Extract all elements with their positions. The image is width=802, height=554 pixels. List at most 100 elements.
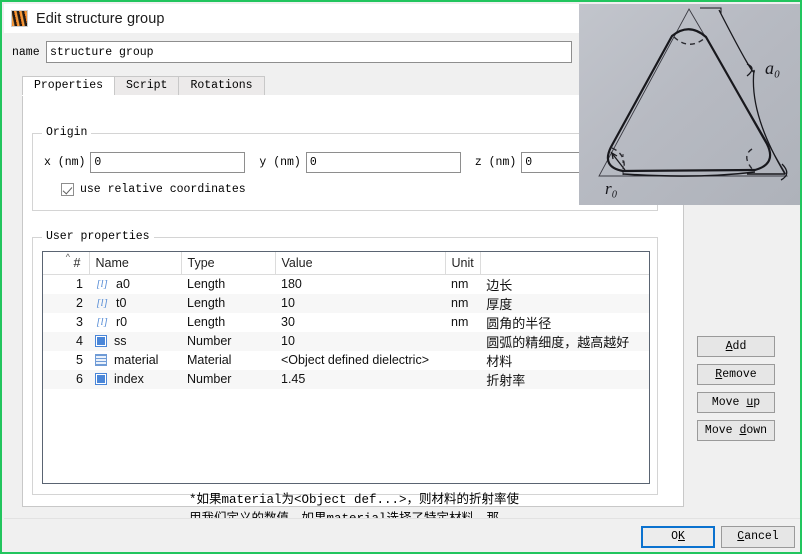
origin-coordinate-row: x (nm) y (nm) z (nm) — [44, 151, 677, 173]
row-index: 5 — [76, 353, 83, 367]
column-header-name[interactable]: Name — [89, 252, 182, 275]
move-up-button[interactable]: Move up — [697, 392, 775, 413]
row-name-cell: [l] t0 — [89, 293, 181, 313]
x-input[interactable] — [90, 151, 246, 173]
row-type: Number — [181, 331, 275, 351]
number-icon — [95, 373, 107, 385]
row-name-cell: material — [89, 351, 181, 370]
move-down-button[interactable]: Move down — [697, 420, 775, 441]
table-row[interactable]: 2 [l] t0 Length 10 nm 厚度 — [43, 293, 649, 313]
row-unit: nm — [451, 315, 469, 329]
remove-button[interactable]: Remove — [697, 364, 775, 385]
row-name: a0 — [116, 277, 130, 291]
rounded-triangle-sketch: a₀ r₀ — [579, 4, 800, 205]
cancel-button[interactable]: Cancel — [721, 526, 795, 548]
dialog-footer: OK Cancel — [4, 518, 800, 552]
row-unit: nm — [445, 293, 481, 313]
use-relative-coordinates-label: use relative coordinates — [80, 183, 246, 196]
row-description: 圆弧的精细度，越高越好 — [480, 331, 649, 351]
user-properties-table-wrap: # ^ Name Type Value Unit 1 [l] a0 Length… — [42, 251, 650, 484]
table-row[interactable]: 4 ss Number 10 圆弧的精细度，越高越好 — [43, 331, 649, 351]
name-input[interactable] — [46, 41, 572, 63]
tab-script[interactable]: Script — [114, 76, 180, 95]
row-description: 材料 — [486, 353, 513, 369]
row-type: Number — [181, 369, 275, 389]
row-index: 1 — [76, 277, 83, 291]
table-body: 1 [l] a0 Length 180 nm 边长 2 [l] t0 Lengt… — [43, 274, 649, 389]
page-title: Edit structure group — [36, 10, 165, 27]
lumerical-app-icon — [11, 10, 28, 27]
ok-button[interactable]: OK — [641, 526, 715, 548]
sketch-label-side: a₀ — [765, 58, 780, 78]
x-label: x (nm) — [44, 155, 86, 169]
sort-ascending-icon: ^ — [65, 252, 70, 262]
table-header-row: # ^ Name Type Value Unit — [43, 252, 649, 275]
sketch-label-radius: r₀ — [605, 179, 618, 198]
table-row[interactable]: 5 material Material <Object defined diel… — [43, 351, 649, 370]
row-description: 折射率 — [480, 369, 649, 389]
y-label: y (nm) — [259, 155, 301, 169]
column-header-index-label: # — [73, 255, 81, 270]
row-name: t0 — [116, 296, 127, 310]
length-icon: [l] — [96, 278, 108, 290]
row-description: 厚度 — [480, 293, 649, 313]
row-name: r0 — [116, 315, 128, 329]
origin-group-title: Origin — [42, 126, 92, 139]
row-unit — [445, 351, 480, 370]
origin-groupbox: Origin x (nm) y (nm) z (nm) use relative… — [32, 126, 677, 211]
row-type: Material — [187, 353, 232, 367]
user-properties-button-column: Add Remove Move up Move down — [697, 336, 775, 448]
sketch-photo-overlay: a₀ r₀ — [579, 4, 800, 205]
row-unit — [445, 331, 481, 351]
length-icon: [l] — [96, 297, 108, 309]
row-type: Length — [187, 315, 226, 329]
row-unit — [445, 369, 481, 389]
name-row: name — [12, 41, 572, 63]
use-relative-coordinates-row[interactable]: use relative coordinates — [61, 183, 246, 196]
z-label: z (nm) — [474, 155, 517, 169]
row-index: 3 — [76, 315, 83, 329]
row-index: 4 — [43, 331, 89, 351]
row-value[interactable]: 1.45 — [275, 369, 445, 389]
row-description: 圆角的半径 — [486, 315, 552, 331]
row-name-cell: [l] r0 — [89, 313, 181, 332]
screenshot-root: Edit structure group name Properties Scr… — [0, 0, 802, 554]
column-header-index[interactable]: # ^ — [43, 252, 90, 275]
tab-properties[interactable]: Properties — [22, 76, 116, 95]
row-value[interactable]: 10 — [275, 331, 445, 351]
row-name-cell: [l] a0 — [89, 274, 181, 294]
add-button[interactable]: Add — [697, 336, 775, 357]
material-icon — [95, 354, 107, 366]
row-index: 2 — [43, 293, 89, 313]
row-value[interactable]: <Object defined dielectric> — [275, 351, 445, 370]
row-value[interactable]: 10 — [275, 293, 445, 313]
tab-rotations[interactable]: Rotations — [178, 76, 265, 95]
row-value[interactable]: 180 — [275, 274, 445, 294]
user-properties-group-title: User properties — [42, 230, 154, 243]
row-type: Length — [181, 293, 275, 313]
row-value[interactable]: 30 — [275, 313, 445, 332]
column-header-value[interactable]: Value — [275, 252, 446, 275]
table-row[interactable]: 1 [l] a0 Length 180 nm 边长 — [43, 274, 649, 294]
length-icon: [l] — [96, 316, 108, 328]
column-header-type[interactable]: Type — [181, 252, 276, 275]
row-name-cell: ss — [89, 331, 181, 351]
number-icon — [95, 335, 107, 347]
row-name-cell: index — [89, 369, 181, 389]
row-name: material — [114, 353, 159, 367]
user-properties-groupbox: User properties # ^ Name Type Value Unit… — [32, 230, 658, 545]
y-input[interactable] — [305, 151, 461, 173]
row-type: Length — [187, 277, 226, 291]
row-index: 6 — [43, 369, 89, 389]
table-row[interactable]: 6 index Number 1.45 折射率 — [43, 369, 649, 389]
table-row[interactable]: 3 [l] r0 Length 30 nm 圆角的半径 — [43, 313, 649, 332]
row-unit: nm — [451, 277, 469, 291]
use-relative-coordinates-checkbox[interactable] — [61, 183, 74, 196]
row-name: ss — [114, 334, 127, 348]
row-description: 边长 — [486, 277, 513, 293]
name-label: name — [12, 45, 40, 59]
column-header-unit[interactable]: Unit — [445, 252, 481, 275]
row-name: index — [114, 372, 144, 386]
column-header-description[interactable] — [480, 252, 649, 275]
table-header: # ^ Name Type Value Unit — [43, 252, 649, 275]
